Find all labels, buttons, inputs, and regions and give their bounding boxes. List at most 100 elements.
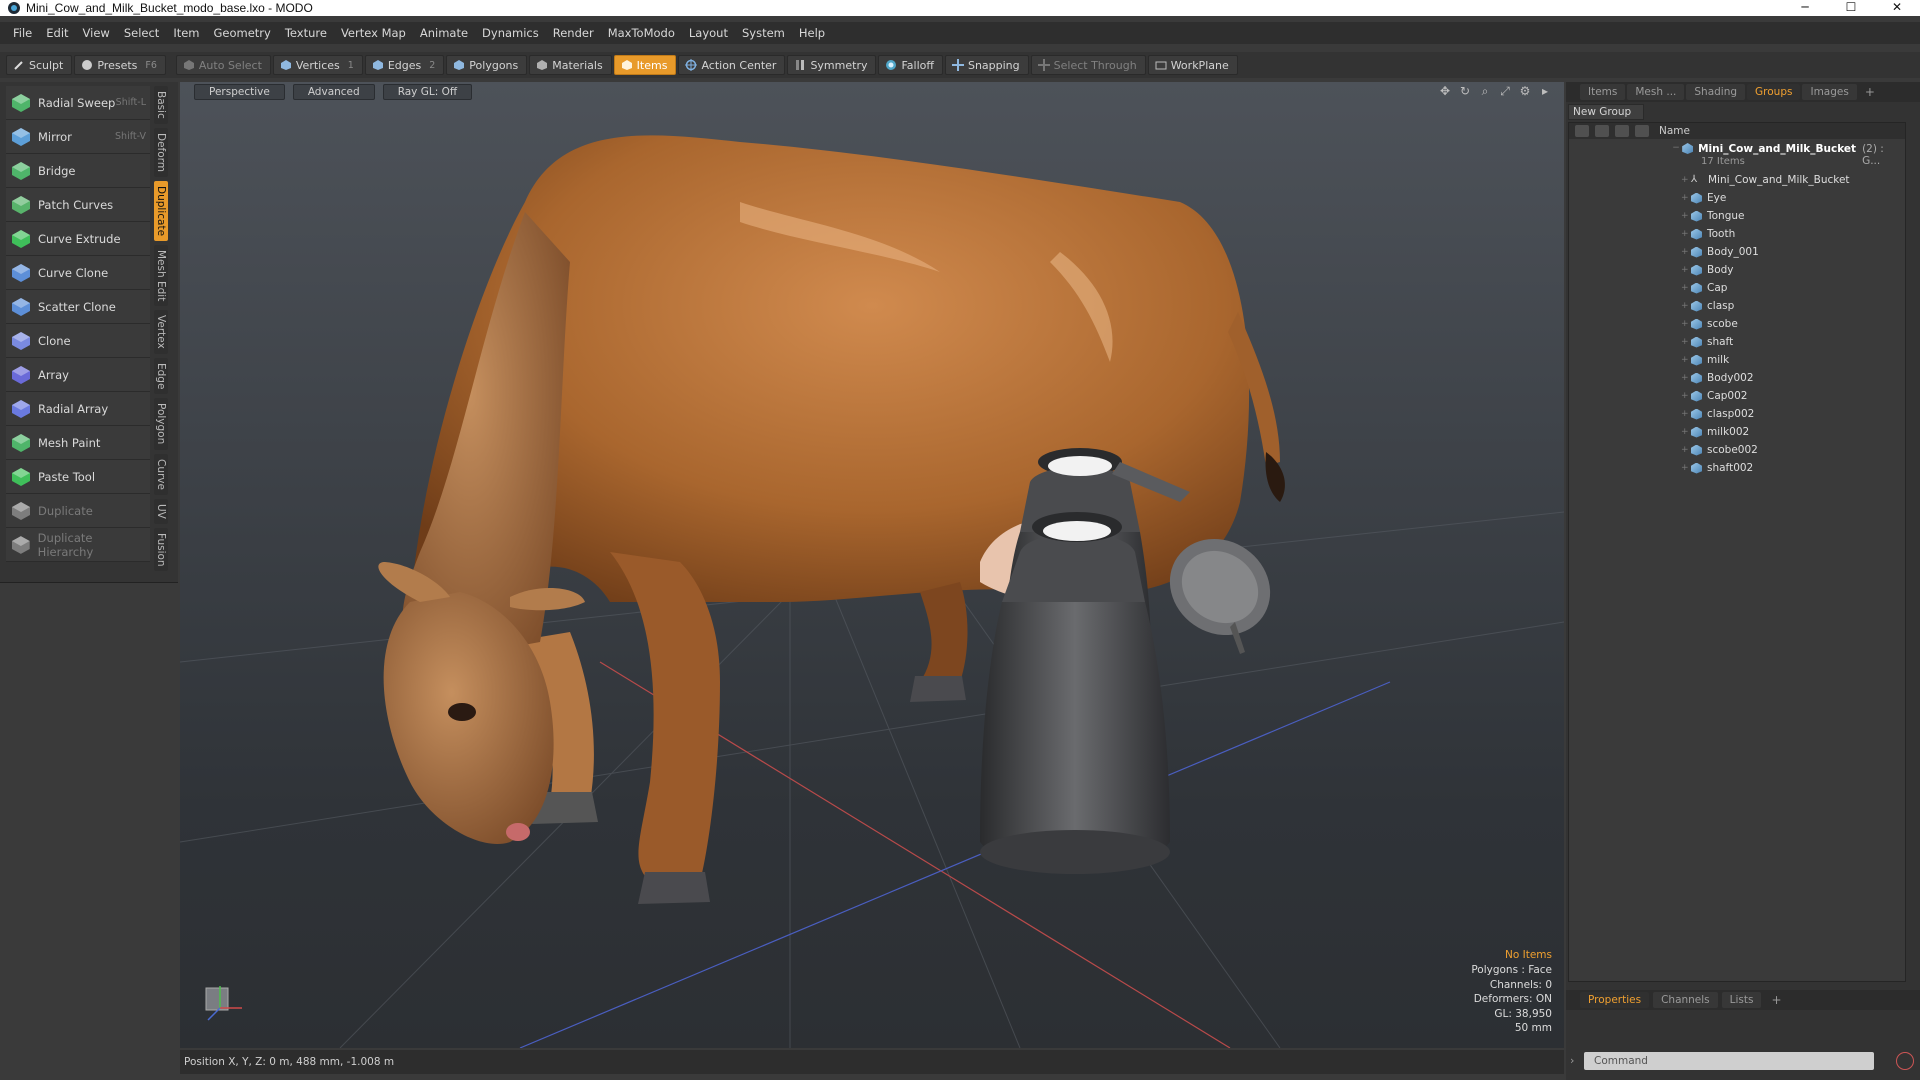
list-item[interactable]: + Body [1569,261,1905,279]
menu-file[interactable]: File [6,26,39,40]
tool-paste-tool[interactable]: Paste Tool [6,460,150,494]
expand-icon[interactable]: + [1681,247,1691,257]
list-item[interactable]: + Eye [1569,189,1905,207]
falloff-button[interactable]: Falloff [878,55,943,75]
tool-duplicate-hierarchy[interactable]: Duplicate Hierarchy [6,528,150,562]
gear-icon[interactable]: ⚙ [1518,84,1532,98]
menu-layout[interactable]: Layout [682,26,735,40]
expand-icon[interactable]: + [1681,391,1691,401]
menu-animate[interactable]: Animate [413,26,475,40]
edges-button[interactable]: Edges 2 [364,55,445,75]
list-item[interactable]: + Body_001 [1569,243,1905,261]
expand-icon[interactable]: + [1681,229,1691,239]
expand-icon[interactable]: + [1681,337,1691,347]
list-item[interactable]: + Cap002 [1569,387,1905,405]
menu-geometry[interactable]: Geometry [207,26,278,40]
view-mode-button[interactable]: Advanced [292,84,375,100]
3d-viewport[interactable]: Perspective Advanced Ray GL: Off ✥ ↻ ⌕ ⤢… [180,82,1564,1048]
polygons-button[interactable]: Polygons [446,55,528,75]
tool-patch-curves[interactable]: Patch Curves [6,188,150,222]
workplane-button[interactable]: WorkPlane [1147,55,1238,75]
list-item[interactable]: + ⅄ Mini_Cow_and_Milk_Bucket [1569,171,1905,189]
maximize-button[interactable]: ☐ [1828,0,1874,16]
list-item[interactable]: + milk [1569,351,1905,369]
items-button[interactable]: Items [613,55,677,75]
collapse-icon[interactable]: − [1672,143,1682,153]
vtab-uv[interactable]: UV [154,498,168,524]
zoom-icon[interactable]: ⌕ [1478,84,1492,98]
menu-dynamics[interactable]: Dynamics [475,26,546,40]
vtab-mesh-edit[interactable]: Mesh Edit [154,244,168,307]
pan-icon[interactable]: ✥ [1438,84,1452,98]
tab-lists[interactable]: Lists [1721,992,1762,1008]
snapping-button[interactable]: Snapping [944,55,1029,75]
rotate-icon[interactable]: ↻ [1458,84,1472,98]
vtab-fusion[interactable]: Fusion [154,527,168,572]
list-item[interactable]: + Body002 [1569,369,1905,387]
select-through-button[interactable]: Select Through [1030,55,1146,75]
tool-radial-array[interactable]: Radial Array [6,392,150,426]
menu-edit[interactable]: Edit [39,26,75,40]
sculpt-button[interactable]: Sculpt [6,55,73,75]
list-item[interactable]: + clasp002 [1569,405,1905,423]
menu-view[interactable]: View [76,26,117,40]
list-item[interactable]: + shaft [1569,333,1905,351]
tab-mesh[interactable]: Mesh ... [1627,84,1685,100]
expand-icon[interactable]: + [1681,211,1691,221]
expand-icon[interactable]: + [1681,301,1691,311]
render-column-icon[interactable] [1595,125,1609,137]
expand-icon[interactable]: + [1681,409,1691,419]
vtab-deform[interactable]: Deform [154,127,168,177]
menu-vertex-map[interactable]: Vertex Map [334,26,413,40]
vtab-polygon[interactable]: Polygon [154,398,168,450]
expand-icon[interactable]: + [1681,175,1691,185]
list-item[interactable]: + Tongue [1569,207,1905,225]
expand-icon[interactable]: + [1681,355,1691,365]
menu-select[interactable]: Select [117,26,166,40]
tool-curve-extrude[interactable]: Curve Extrude [6,222,150,256]
expand-icon[interactable]: + [1681,265,1691,275]
list-item[interactable]: + scobe [1569,315,1905,333]
play-icon[interactable]: ▸ [1538,84,1552,98]
new-group-button[interactable]: New Group [1568,104,1644,120]
expand-icon[interactable]: + [1681,373,1691,383]
materials-button[interactable]: Materials [529,55,612,75]
add-tab-button[interactable]: + [1859,85,1881,99]
vtab-duplicate[interactable]: Duplicate [154,180,168,241]
action-center-button[interactable]: Action Center [678,55,786,75]
menu-texture[interactable]: Texture [278,26,334,40]
vertices-button[interactable]: Vertices 1 [272,55,363,75]
view-perspective-button[interactable]: Perspective [194,84,285,100]
tab-properties[interactable]: Properties [1580,992,1650,1008]
vtab-edge[interactable]: Edge [154,357,168,395]
expand-icon[interactable]: + [1681,283,1691,293]
tool-duplicate[interactable]: Duplicate [6,494,150,528]
tab-shading[interactable]: Shading [1686,84,1746,100]
command-input[interactable]: Command [1584,1052,1874,1070]
raygl-toggle[interactable]: Ray GL: Off [382,84,473,100]
list-item[interactable]: + Tooth [1569,225,1905,243]
tool-mirror[interactable]: Mirror Shift-V [6,120,150,154]
menu-maxtomodo[interactable]: MaxToModo [601,26,682,40]
list-item[interactable]: + milk002 [1569,423,1905,441]
list-item[interactable]: + Cap [1569,279,1905,297]
tab-groups[interactable]: Groups [1747,84,1801,100]
tab-items[interactable]: Items [1580,84,1626,100]
close-button[interactable]: ✕ [1874,0,1920,16]
command-history-icon[interactable] [1896,1052,1914,1070]
tool-radial-sweep[interactable]: Radial Sweep Shift-L [6,86,150,120]
tool-curve-clone[interactable]: Curve Clone [6,256,150,290]
add-properties-tab-button[interactable]: + [1765,993,1787,1007]
tool-mesh-paint[interactable]: Mesh Paint [6,426,150,460]
group-root-row[interactable]: − Mini_Cow_and_Milk_Bucket (2) : G... 17… [1569,139,1905,171]
list-item[interactable]: + shaft002 [1569,459,1905,477]
expand-icon[interactable]: + [1681,445,1691,455]
vtab-basic[interactable]: Basic [154,86,168,124]
menu-system[interactable]: System [735,26,792,40]
presets-button[interactable]: Presets F6 [74,55,166,75]
lock-column-icon[interactable] [1615,125,1629,137]
visibility-column-icon[interactable] [1575,125,1589,137]
minimize-button[interactable]: ─ [1782,0,1828,16]
name-column-header[interactable]: Name [1659,125,1690,137]
tool-scatter-clone[interactable]: Scatter Clone [6,290,150,324]
